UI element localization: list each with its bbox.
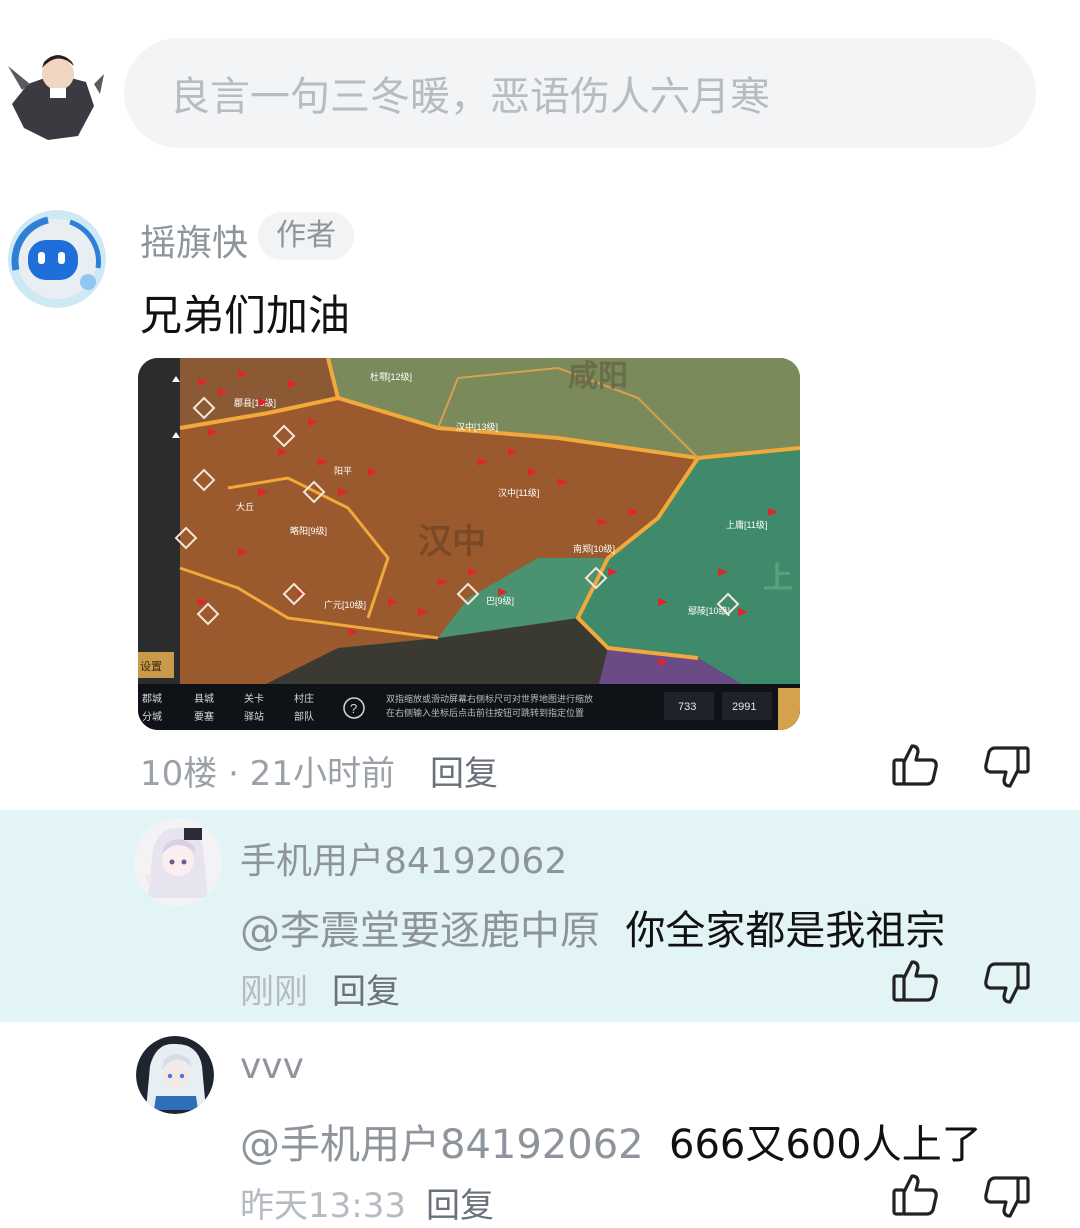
map-coord-y: 2991 [732, 701, 756, 713]
reply-avatar[interactable] [136, 1036, 214, 1114]
reply-text: 你全家都是我祖宗 [625, 908, 946, 954]
map-hint-line: 在右侧输入坐标后点击前往按钮可跳转到指定位置 [386, 707, 584, 718]
map-side-tab: 设置 [140, 660, 162, 673]
comment-floor-time: 10楼 · 21小时前 [140, 754, 395, 794]
map-city-label: 大丘 [236, 501, 254, 512]
reply-button[interactable]: 回复 [430, 746, 498, 795]
reply-time: 刚刚 [240, 972, 308, 1012]
map-go-button [778, 688, 800, 730]
map-city-label: 上庸[11级] [726, 519, 767, 530]
map-city-label: 杜鄠[12级] [370, 371, 412, 382]
comment-text: 兄弟们加油 [140, 291, 351, 340]
user-avatar[interactable] [8, 44, 104, 144]
map-region-label: 咸阳 [568, 360, 628, 393]
reply-avatar[interactable] [134, 818, 222, 906]
thumbs-up-icon[interactable] [890, 740, 940, 790]
map-city-label: 南郑[10级] [573, 543, 615, 554]
map-city-label: 巴[9级] [486, 595, 514, 606]
reply-author-name[interactable]: 手机用户84192062 [240, 832, 567, 884]
reply-time: 昨天13:33 [240, 1186, 406, 1226]
map-city-label: 略阳[9级] [290, 525, 327, 536]
thumbs-down-icon[interactable] [982, 1172, 1032, 1222]
map-coord-x: 733 [678, 701, 696, 713]
map-legend-item: 关卡 [244, 692, 264, 705]
map-legend-item: 村庄 [294, 692, 314, 705]
map-legend-item: 分城 [142, 711, 162, 723]
reply-author-name[interactable]: vvv [240, 1046, 304, 1087]
map-region-label: 上 [763, 562, 793, 595]
thumbs-down-icon[interactable] [982, 958, 1032, 1008]
comment-input-placeholder: 良言一句三冬暖，恶语伤人六月寒 [170, 74, 770, 120]
reply-button[interactable]: 回复 [332, 964, 400, 1013]
map-region-label: 汉中 [418, 523, 486, 561]
thumbs-up-icon[interactable] [890, 956, 940, 1006]
reply-text-row: @手机用户84192062 666又600人上了 [240, 1112, 982, 1170]
comment-image[interactable]: 汉中 咸阳 上 杜鄠[12级] 郿县[10级] 汉中[11级] 汉中[13级] … [138, 358, 800, 730]
reply-text: 666又600人上了 [669, 1122, 982, 1168]
map-city-label: 汉中[11级] [498, 487, 539, 498]
map-legend-item: 郡城 [142, 693, 162, 705]
map-legend-item: 部队 [294, 710, 314, 723]
map-hint-line: 双指缩放或滑动屏幕右侧标尺可对世界地图进行缩放 [386, 693, 593, 704]
reply-button[interactable]: 回复 [426, 1178, 494, 1227]
comment-author-name[interactable]: 摇旗快 [140, 214, 248, 266]
map-side-ruler [138, 358, 180, 688]
map-legend-item: 县城 [194, 693, 214, 705]
map-city-label: 郿县[10级] [234, 397, 276, 408]
map-city-label: 阳平 [334, 466, 352, 476]
map-legend-item: 驿站 [244, 710, 264, 723]
author-badge: 作者 [258, 212, 354, 260]
map-city-label: 广元[10级] [324, 599, 366, 610]
map-legend-item: 要塞 [194, 710, 214, 723]
svg-text:?: ? [350, 701, 357, 716]
author-avatar[interactable] [8, 210, 106, 308]
map-city-label: 汉中[13级] [456, 421, 498, 432]
reply-text-row: @李震堂要逐鹿中原 你全家都是我祖宗 [240, 898, 945, 956]
thumbs-down-icon[interactable] [982, 742, 1032, 792]
comment-input[interactable]: 良言一句三冬暖，恶语伤人六月寒 [124, 38, 1036, 148]
reply-mention[interactable]: @李震堂要逐鹿中原 [240, 908, 600, 954]
thumbs-up-icon[interactable] [890, 1170, 940, 1220]
reply-mention[interactable]: @手机用户84192062 [240, 1122, 644, 1168]
